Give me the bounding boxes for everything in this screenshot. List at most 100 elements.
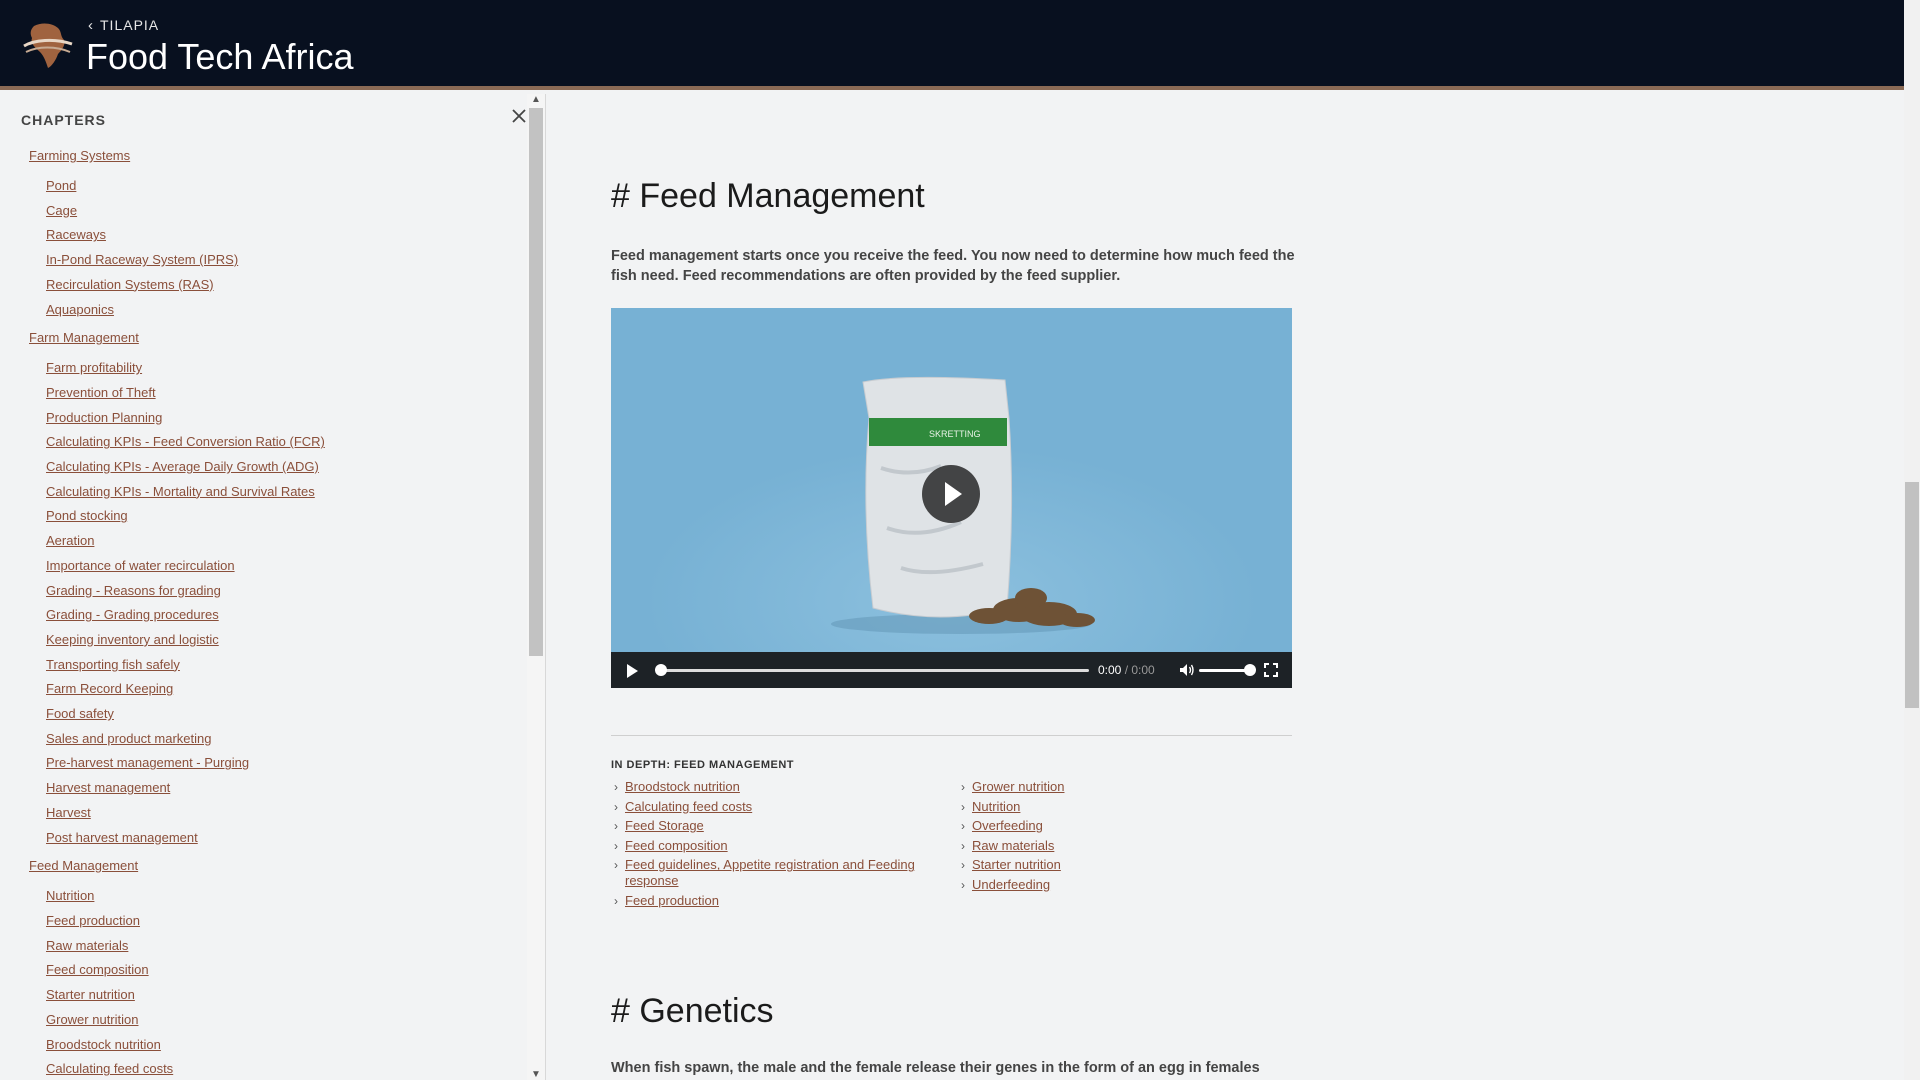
site-title[interactable]: Food Tech Africa [86, 36, 354, 78]
indepth-item: › Feed production [611, 893, 931, 909]
chevron-right-icon: › [614, 799, 618, 814]
chapter-group: Farming Systems Pond Cage Raceways In-Pond R… [0, 146, 526, 322]
indepth-list-right: › Grower nutrition › Nutrition › Overfeeding ›… [958, 779, 1278, 897]
genetics-intro: When fish spawn, the male and the female… [611, 1060, 1260, 1076]
chevron-right-icon: › [961, 858, 965, 873]
fullscreen-icon[interactable] [1264, 663, 1278, 677]
indepth-link[interactable]: Feed production [625, 893, 719, 908]
chapter-item-link[interactable]: Post harvest management [46, 826, 526, 851]
feed-management-heading: # Feed Management [611, 177, 925, 215]
chapter-group: Farm Management Farm profitability Prevent… [0, 328, 526, 850]
chapter-item-link[interactable]: Farm Record Keeping [46, 677, 526, 702]
chapter-item-link[interactable]: Pre-harvest management - Purging [46, 751, 526, 776]
page-scroll-thumb[interactable] [1905, 482, 1919, 708]
chevron-right-icon: › [614, 780, 618, 794]
play-button[interactable] [627, 664, 638, 678]
indepth-item: › Broodstock nutrition [611, 779, 931, 795]
chapter-item-link[interactable]: Raceways [46, 223, 526, 248]
scroll-up-arrow-icon[interactable]: ▲ [531, 94, 541, 105]
chapter-title-link[interactable]: Farm Management [29, 328, 526, 348]
chapter-item-link[interactable]: Broodstock nutrition [46, 1033, 526, 1058]
indepth-item: › Overfeeding [958, 818, 1278, 834]
site-header: ‹ TILAPIA Food Tech Africa [0, 0, 1904, 90]
chevron-right-icon: › [961, 877, 965, 892]
progress-bar[interactable] [655, 664, 1089, 676]
chapter-item-link[interactable]: Calculating KPIs - Feed Conversion Ratio… [46, 430, 526, 455]
chapter-item-link[interactable]: Grading - Reasons for grading [46, 579, 526, 604]
indepth-link[interactable]: Feed composition [625, 838, 728, 853]
indepth-link[interactable]: Starter nutrition [972, 857, 1061, 872]
chapter-list: Farming Systems Pond Cage Raceways In-Pond R… [0, 146, 526, 1080]
volume-icon[interactable] [1179, 663, 1195, 677]
indepth-list-left: › Broodstock nutrition › Calculating feed c… [611, 779, 931, 913]
chapter-item-link[interactable]: Grower nutrition [46, 1008, 526, 1033]
chapter-item-link[interactable]: Cage [46, 199, 526, 224]
play-icon [945, 482, 962, 506]
indepth-heading: IN DEPTH: FEED MANAGEMENT [611, 759, 794, 771]
indepth-link[interactable]: Overfeeding [972, 818, 1043, 833]
africa-logo-icon[interactable] [20, 16, 76, 72]
close-icon[interactable] [509, 106, 529, 126]
chapter-item-link[interactable]: Farm profitability [46, 356, 526, 381]
progress-handle[interactable] [655, 664, 667, 676]
indepth-link[interactable]: Grower nutrition [972, 779, 1064, 794]
indepth-link[interactable]: Nutrition [972, 799, 1020, 814]
chevron-right-icon: › [614, 838, 618, 853]
scroll-down-arrow-icon[interactable]: ▼ [531, 1069, 541, 1080]
chapter-item-link[interactable]: Raw materials [46, 934, 526, 959]
chapter-item-link[interactable]: Grading - Grading procedures [46, 603, 526, 628]
bag-brand-text: SKRETTING [929, 429, 981, 439]
chevron-right-icon: › [614, 858, 618, 873]
chapter-item-link[interactable]: In-Pond Raceway System (IPRS) [46, 248, 526, 273]
chapter-item-link[interactable]: Starter nutrition [46, 983, 526, 1008]
sidebar-scrollbar[interactable]: ▲ ▼ [527, 94, 545, 1080]
chapter-item-link[interactable]: Importance of water recirculation [46, 554, 526, 579]
chapter-item-link[interactable]: Feed production [46, 909, 526, 934]
chapter-item-link[interactable]: Sales and product marketing [46, 727, 526, 752]
back-to-tilapia-link[interactable]: ‹ TILAPIA [88, 17, 159, 33]
chapter-item-link[interactable]: Production Planning [46, 406, 526, 431]
volume-slider[interactable] [1199, 664, 1256, 676]
chapter-item-link[interactable]: Aeration [46, 529, 526, 554]
big-play-button[interactable] [922, 465, 980, 523]
chapter-item-link[interactable]: Calculating feed costs [46, 1057, 526, 1080]
chapter-title-link[interactable]: Farming Systems [29, 146, 526, 166]
chapter-item-link[interactable]: Calculating KPIs - Average Daily Growth … [46, 455, 526, 480]
indepth-link[interactable]: Calculating feed costs [625, 799, 752, 814]
chapter-item-link[interactable]: Food safety [46, 702, 526, 727]
volume-handle[interactable] [1243, 664, 1256, 676]
indepth-link[interactable]: Feed guidelines, Appetite registration a… [625, 857, 915, 888]
sidebar-scroll-thumb[interactable] [529, 108, 543, 656]
chapter-item-link[interactable]: Recirculation Systems (RAS) [46, 273, 526, 298]
indepth-item: › Raw materials [958, 838, 1278, 854]
chapter-item-link[interactable]: Harvest management [46, 776, 526, 801]
time-current: 0:00 [1098, 663, 1122, 677]
indepth-link[interactable]: Feed Storage [625, 818, 704, 833]
time-separator: / [1121, 663, 1132, 677]
indepth-link[interactable]: Raw materials [972, 838, 1054, 853]
chapter-item-link[interactable]: Keeping inventory and logistic [46, 628, 526, 653]
chevron-left-icon: ‹ [88, 16, 94, 34]
chapter-item-link[interactable]: Aquaponics [46, 298, 526, 323]
chapter-item-link[interactable]: Prevention of Theft [46, 381, 526, 406]
page-scrollbar[interactable] [1904, 0, 1920, 1080]
chevron-right-icon: › [614, 819, 618, 834]
indepth-item: › Calculating feed costs [611, 799, 931, 815]
indepth-link[interactable]: Underfeeding [972, 877, 1050, 892]
chapter-item-link[interactable]: Feed composition [46, 958, 526, 983]
indepth-item: › Feed guidelines, Appetite registration … [611, 857, 931, 889]
chapter-item-link[interactable]: Harvest [46, 801, 526, 826]
indepth-link[interactable]: Broodstock nutrition [625, 779, 740, 794]
back-link-label: TILAPIA [100, 17, 160, 33]
chapter-item-link[interactable]: Nutrition [46, 884, 526, 909]
indepth-item: › Starter nutrition [958, 857, 1278, 873]
chevron-right-icon: › [961, 780, 965, 794]
chapter-item-link[interactable]: Transporting fish safely [46, 653, 526, 678]
chapter-title-link[interactable]: Feed Management [29, 856, 526, 876]
video-controls: 0:00 / 0:00 [611, 652, 1292, 688]
chevron-right-icon: › [961, 838, 965, 853]
chapter-item-link[interactable]: Pond [46, 174, 526, 199]
chapter-item-link[interactable]: Calculating KPIs - Mortality and Surviva… [46, 480, 526, 505]
chapter-item-link[interactable]: Pond stocking [46, 504, 526, 529]
video-player[interactable]: SKRETTING 0:00 / 0:00 [611, 308, 1292, 688]
